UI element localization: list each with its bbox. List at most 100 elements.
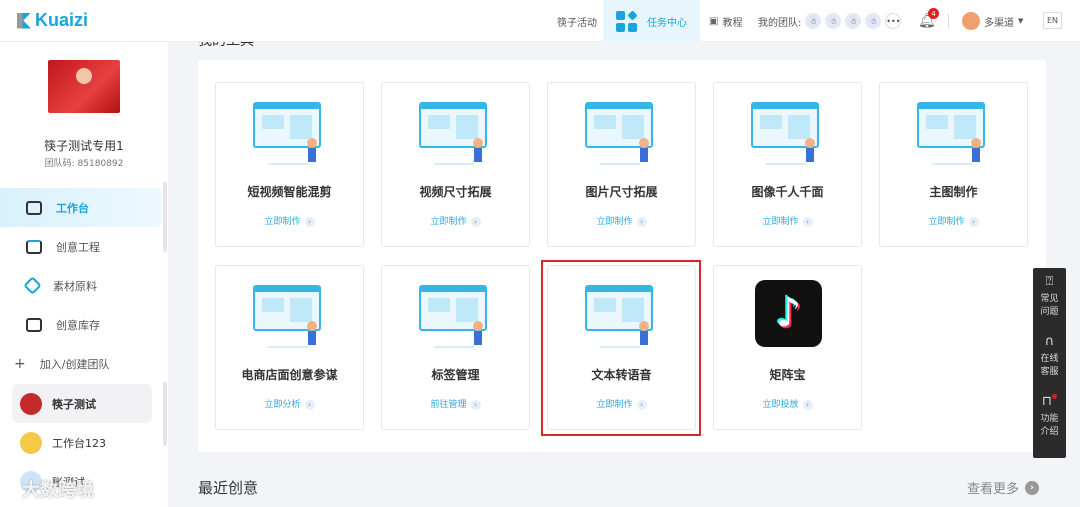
tv-icon: ▣	[709, 15, 719, 27]
tool-illustration-icon	[414, 97, 498, 169]
team-code: 团队码: 85180892	[44, 159, 124, 169]
tool-action-link[interactable]: 立即制作 ›	[714, 214, 861, 227]
team-label: 筷子测试	[52, 397, 96, 411]
tool-illustration-icon	[414, 280, 498, 352]
tool-card[interactable]: 电商店面创意参谋立即分析 ›	[215, 265, 364, 430]
tool-action-link[interactable]: 立即制作 ›	[382, 214, 529, 227]
scrollbar[interactable]	[163, 382, 167, 446]
kuaizi-logo[interactable]: Kuaizi	[17, 10, 88, 31]
tool-title: 主图制作	[929, 185, 978, 199]
faq-label: 常见问题	[1040, 294, 1059, 317]
tool-illustration-icon	[912, 97, 996, 169]
tool-action-link[interactable]: 立即制作 ›	[548, 214, 695, 227]
tool-action-link[interactable]: 立即投放 ›	[714, 397, 861, 410]
tool-title: 图片尺寸拓展	[585, 185, 658, 199]
team-avatar-icon[interactable]: ☃	[865, 13, 882, 29]
nav-label: 创意库存	[56, 318, 100, 332]
service-label: 在线客服	[1040, 354, 1059, 377]
see-more-link[interactable]: 查看更多 ›	[967, 478, 1040, 497]
tool-action-label: 前往管理	[430, 400, 467, 410]
tool-action-label: 立即制作	[430, 217, 467, 227]
bell-icon[interactable]: 🔔︎	[918, 0, 936, 42]
join-team-button[interactable]: + 加入/创建团队	[0, 344, 162, 383]
brand-name: Kuaizi	[35, 10, 89, 30]
tool-title: 视频尺寸拓展	[419, 185, 492, 199]
join-label: 加入/创建团队	[39, 357, 110, 371]
tool-action-link[interactable]: 立即分析 ›	[216, 397, 363, 410]
tool-card[interactable]: 图片尺寸拓展立即制作 ›	[547, 82, 696, 247]
team-avatar-icon[interactable]: ☃	[805, 13, 822, 29]
tool-card[interactable]: 短视频智能混剪立即制作 ›	[215, 82, 364, 247]
tool-card[interactable]: 标签管理前往管理 ›	[381, 265, 530, 430]
watermark: 大数跨境	[22, 480, 94, 501]
nav-creative-library[interactable]: 创意库存	[0, 305, 162, 344]
faq-button[interactable]: ⍰ 常见问题	[1033, 274, 1066, 334]
team-item[interactable]: 筷子测试	[12, 384, 152, 423]
tutorial-label: 教程	[722, 17, 743, 29]
tool-action-label: 立即制作	[928, 217, 965, 227]
team-avatar-icon[interactable]: ☃	[825, 13, 842, 29]
tutorial-link[interactable]: ▣ 教程	[709, 0, 742, 42]
nav-materials[interactable]: 素材原料	[0, 266, 162, 305]
nav-label: 工作台	[56, 201, 89, 215]
tool-card[interactable]: ♪ 矩阵宝 立即投放 ›	[713, 265, 862, 430]
top-header: Kuaizi 筷子活动 任务中心 ▣ 教程 我的团队: ☃ ☃ ☃ ☃ ••• 🔔︎ 4 …	[0, 0, 1080, 42]
tool-title: 矩阵宝	[769, 368, 806, 382]
nav-workbench[interactable]: 工作台	[0, 188, 162, 227]
tool-action-label: 立即分析	[264, 400, 301, 410]
tool-title: 图像千人千面	[751, 185, 824, 199]
scrollbar[interactable]	[163, 182, 167, 252]
inbox-icon	[26, 239, 42, 254]
tool-action-label: 立即制作	[596, 217, 633, 227]
tool-action-link[interactable]: 前往管理 ›	[382, 397, 529, 410]
question-icon: ⍰	[1045, 274, 1054, 289]
team-avatar[interactable]	[48, 60, 120, 113]
chevron-right-icon: ›	[470, 217, 481, 227]
tool-title: 电商店面创意参谋	[241, 368, 338, 382]
chevron-right-icon: ›	[636, 217, 647, 227]
recent-title: 最近创意	[198, 479, 259, 497]
highlight-box	[541, 260, 701, 436]
chevron-right-icon: ›	[802, 400, 813, 410]
tool-card[interactable]: 视频尺寸拓展立即制作 ›	[381, 82, 530, 247]
team-avatar-icon[interactable]: ☃	[845, 13, 862, 29]
team-avatar	[20, 431, 42, 454]
divider	[948, 14, 949, 29]
chevron-right-icon: ›	[304, 217, 315, 227]
tool-action-link[interactable]: 立即制作 ›	[880, 214, 1027, 227]
chevron-right-icon: ›	[1025, 480, 1040, 495]
my-team-label: 我的团队:	[758, 17, 802, 29]
language-toggle[interactable]: EN	[1043, 12, 1063, 29]
tool-card[interactable]: 图像千人千面立即制作 ›	[713, 82, 862, 247]
sidebar: 筷子测试专用1 团队码: 85180892 工作台 创意工程 素材原料 创意库存…	[0, 42, 168, 507]
task-center-tab[interactable]: 任务中心	[603, 0, 700, 42]
headset-icon: ∩	[1044, 334, 1055, 349]
tool-action-label: 立即制作	[762, 217, 799, 227]
logo-icon	[17, 12, 31, 29]
chevron-right-icon: ›	[802, 217, 813, 227]
tool-illustration-icon	[580, 97, 664, 169]
play-library-icon	[26, 317, 42, 332]
team-name: 筷子测试专用1	[44, 139, 124, 153]
team-item[interactable]: 工作台123	[12, 423, 152, 462]
intro-label: 功能介绍	[1040, 414, 1059, 437]
nav-label: 创意工程	[56, 240, 100, 254]
user-menu[interactable]: 多渠道 ▼	[962, 0, 1023, 42]
floating-help-bar: ⍰ 常见问题 ∩ 在线客服 ⊓ 功能介绍	[1033, 268, 1066, 458]
my-team: 我的团队: ☃ ☃ ☃ ☃ •••	[758, 0, 902, 42]
chevron-right-icon: ›	[304, 400, 315, 410]
nav-creative-projects[interactable]: 创意工程	[0, 227, 162, 266]
tool-action-label: 立即投放	[762, 400, 799, 410]
feature-intro-button[interactable]: ⊓ 功能介绍	[1033, 394, 1066, 454]
tool-action-link[interactable]: 立即制作 ›	[216, 214, 363, 227]
tool-title: 标签管理	[431, 368, 480, 382]
online-service-button[interactable]: ∩ 在线客服	[1033, 334, 1066, 394]
signpost-icon: ⊓	[1042, 394, 1058, 409]
activity-link[interactable]: 筷子活动	[557, 0, 597, 42]
user-avatar	[962, 12, 980, 30]
more-button[interactable]: •••	[885, 13, 902, 29]
tool-card[interactable]: 主图制作立即制作 ›	[879, 82, 1028, 247]
tool-illustration-icon	[248, 280, 332, 352]
tool-title: 短视频智能混剪	[247, 185, 332, 199]
team-label: 工作台123	[52, 436, 106, 450]
